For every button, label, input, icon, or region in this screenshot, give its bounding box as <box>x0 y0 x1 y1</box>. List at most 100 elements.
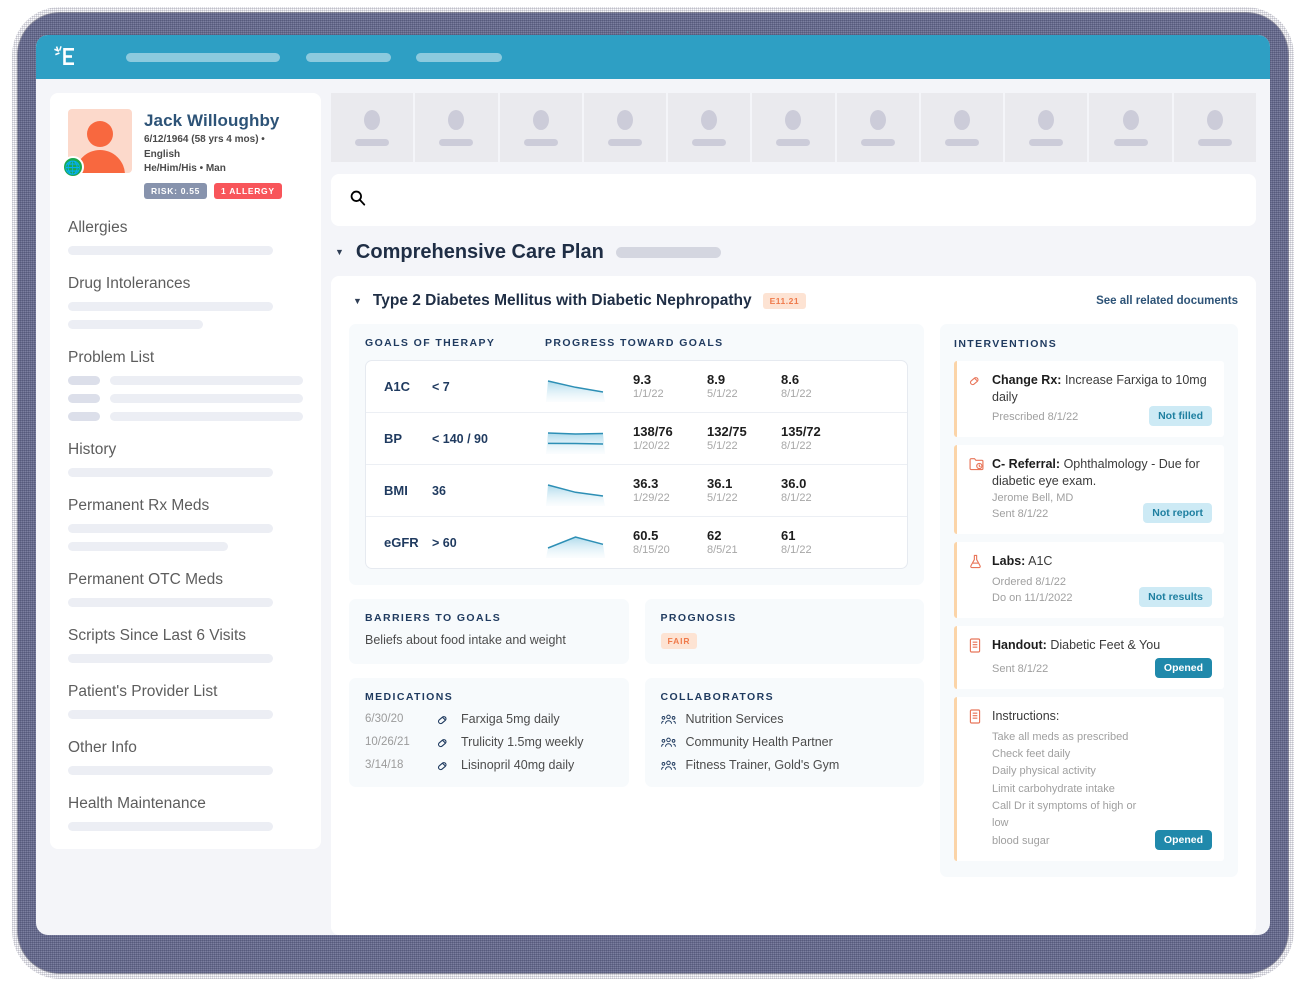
search-input[interactable] <box>376 192 1238 208</box>
tab-placeholder-3[interactable] <box>500 93 582 162</box>
goal-value: 135/72 <box>781 425 855 440</box>
sparkle-e-logo-icon[interactable] <box>52 44 78 70</box>
intervention-item[interactable]: Labs: A1COrdered 8/1/22Do on 11/1/2022No… <box>954 542 1224 618</box>
intervention-item[interactable]: C- Referral: Ophthalmology - Due for dia… <box>954 445 1224 534</box>
list-item[interactable]: 3/14/18Lisinopril 40mg daily <box>365 758 613 772</box>
intervention-item[interactable]: Change Rx: Increase Farxiga to 10mg dail… <box>954 361 1224 437</box>
tab-placeholder-10[interactable] <box>1089 93 1171 162</box>
list-item[interactable]: 10/26/21Trulicity 1.5mg weekly <box>365 735 613 749</box>
main-content: ▼ Comprehensive Care Plan ▼ Type 2 Diabe… <box>331 93 1256 935</box>
pill-icon <box>437 758 451 772</box>
status-badge-risk[interactable]: RISK: 0.55 <box>144 183 207 199</box>
care-plan-header: ▼ Comprehensive Care Plan <box>331 238 1256 264</box>
tab-placeholder-7[interactable] <box>837 93 919 162</box>
instruction-line: Limit carbohydrate intake <box>992 781 1155 798</box>
tab-placeholder-6[interactable] <box>752 93 834 162</box>
care-plan-placeholder <box>616 247 721 258</box>
instruction-line: Daily physical activity <box>992 763 1155 780</box>
sidebar-item-scripts-since-last-6-visits[interactable]: Scripts Since Last 6 Visits <box>68 627 303 663</box>
intervention-item[interactable]: Handout: Diabetic Feet & YouSent 8/1/22O… <box>954 626 1224 689</box>
goal-sparkline-chart <box>546 527 605 558</box>
list-item[interactable]: Community Health Partner <box>661 735 909 749</box>
tile-strip <box>331 93 1256 162</box>
care-plan-title: Comprehensive Care Plan <box>356 241 604 264</box>
list-item[interactable]: Fitness Trainer, Gold's Gym <box>661 758 909 772</box>
table-row[interactable]: eGFR> 6060.58/15/20628/5/21618/1/22 <box>366 517 907 568</box>
problem-caret-down-icon[interactable]: ▼ <box>353 297 362 306</box>
goal-target: < 7 <box>432 380 546 394</box>
sidebar-item-allergies[interactable]: Allergies <box>68 219 303 255</box>
sidebar-skeleton-row <box>68 320 303 329</box>
referral-folder-icon <box>969 457 984 490</box>
list-item[interactable]: Nutrition Services <box>661 712 909 726</box>
pill-icon <box>969 373 984 406</box>
search-bar[interactable] <box>331 174 1256 226</box>
skeleton-bar <box>68 710 273 719</box>
tab-placeholder-8[interactable] <box>921 93 1003 162</box>
medications-title: MEDICATIONS <box>365 691 613 703</box>
tab-placeholder-5[interactable] <box>668 93 750 162</box>
goal-value: 60.5 <box>633 529 707 544</box>
intervention-subtitle-2: Do on 11/1/2022 <box>992 590 1139 607</box>
status-badge[interactable]: Opened <box>1155 658 1212 678</box>
skeleton-bar <box>68 654 273 663</box>
tab-placeholder-1[interactable] <box>331 93 413 162</box>
goal-sparkline-chart <box>546 371 605 402</box>
skeleton-bar <box>68 542 228 551</box>
table-row[interactable]: A1C< 79.31/1/228.95/1/228.68/1/22 <box>366 361 907 413</box>
progress-column-header: PROGRESS TOWARD GOALS <box>545 337 724 349</box>
nav-placeholder-3[interactable] <box>416 53 502 62</box>
goal-date: 1/29/22 <box>633 492 707 504</box>
sidebar-skeleton-row <box>68 542 303 551</box>
sidebar-item-permanent-rx-meds[interactable]: Permanent Rx Meds <box>68 497 303 551</box>
see-all-related-documents-link[interactable]: See all related documents <box>1096 295 1238 307</box>
tab-placeholder-4[interactable] <box>584 93 666 162</box>
status-badge[interactable]: Not report <box>1143 503 1212 523</box>
goal-value: 36.1 <box>707 477 781 492</box>
goal-date: 5/1/22 <box>707 388 781 400</box>
instruction-line: Call Dr it symptoms of high or low <box>992 798 1155 833</box>
tab-label-placeholder <box>355 139 389 146</box>
sidebar-item-problem-list[interactable]: Problem List <box>68 349 303 421</box>
intervention-subtitle: Jerome Bell, MD <box>992 490 1143 507</box>
skeleton-bar <box>68 412 100 421</box>
status-badge[interactable]: Opened <box>1155 830 1212 850</box>
tab-placeholder-11[interactable] <box>1174 93 1256 162</box>
intervention-instructions[interactable]: Instructions:Take all meds as prescribed… <box>954 697 1224 862</box>
sidebar-item-label: Allergies <box>68 219 303 237</box>
prognosis-title: PROGNOSIS <box>661 612 909 624</box>
tab-label-placeholder <box>861 139 895 146</box>
goal-measurement: 132/755/1/22 <box>707 425 781 452</box>
medication-date: 6/30/20 <box>365 713 427 725</box>
goal-sparkline-chart <box>546 475 605 506</box>
goal-date: 8/1/22 <box>781 492 855 504</box>
status-badge[interactable]: Not results <box>1139 587 1212 607</box>
sidebar-item-history[interactable]: History <box>68 441 303 477</box>
list-item[interactable]: 6/30/20Farxiga 5mg daily <box>365 712 613 726</box>
table-row[interactable]: BMI3636.31/29/2236.15/1/2236.08/1/22 <box>366 465 907 517</box>
prognosis-panel: PROGNOSIS FAIR <box>645 599 925 664</box>
sidebar-item-patient-s-provider-list[interactable]: Patient's Provider List <box>68 683 303 719</box>
sidebar-item-permanent-otc-meds[interactable]: Permanent OTC Meds <box>68 571 303 607</box>
sidebar-item-drug-intolerances[interactable]: Drug Intolerances <box>68 275 303 329</box>
goal-target: > 60 <box>432 536 546 550</box>
tab-placeholder-9[interactable] <box>1005 93 1087 162</box>
barriers-title: BARRIERS TO GOALS <box>365 612 613 624</box>
status-badge[interactable]: Not filled <box>1149 406 1212 426</box>
tab-placeholder-2[interactable] <box>415 93 497 162</box>
goals-of-therapy-panel: GOALS OF THERAPY PROGRESS TOWARD GOALS A… <box>349 324 924 585</box>
caret-down-icon[interactable]: ▼ <box>335 248 344 257</box>
avatar[interactable]: 🌐 <box>68 109 132 173</box>
icd-code-badge: E11.21 <box>763 293 806 309</box>
problem-header: ▼ Type 2 Diabetes Mellitus with Diabetic… <box>349 292 1238 310</box>
status-badge-allergy[interactable]: 1 ALLERGY <box>214 183 282 199</box>
goal-name: BP <box>366 431 432 446</box>
sidebar-item-label: Permanent OTC Meds <box>68 571 303 589</box>
goal-value: 61 <box>781 529 855 544</box>
goal-date: 8/1/22 <box>781 388 855 400</box>
nav-placeholder-2[interactable] <box>306 53 391 62</box>
table-row[interactable]: BP< 140 / 90138/761/20/22132/755/1/22135… <box>366 413 907 465</box>
nav-placeholder-1[interactable] <box>126 53 280 62</box>
sidebar-item-other-info[interactable]: Other Info <box>68 739 303 775</box>
sidebar-item-health-maintenance[interactable]: Health Maintenance <box>68 795 303 831</box>
